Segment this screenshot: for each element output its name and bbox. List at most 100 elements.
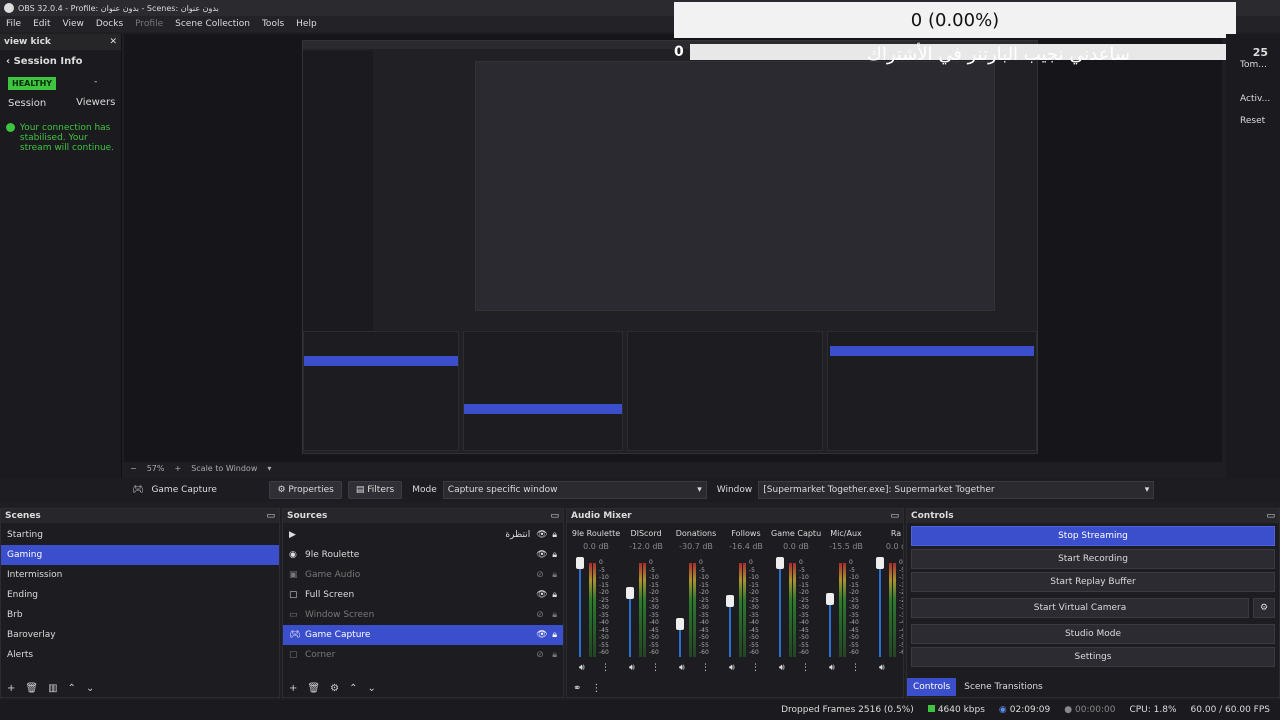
filters-button[interactable]: ▤ Filters: [347, 481, 403, 499]
move-up-icon[interactable]: ⌃: [349, 683, 357, 694]
reset-button[interactable]: Reset: [1240, 116, 1265, 126]
menu-scene-collection[interactable]: Scene Collection: [169, 19, 256, 29]
more-icon[interactable]: ⋮: [701, 663, 710, 673]
source-item[interactable]: ▣ Game Audio ⊘ 🔒︎: [283, 565, 563, 585]
scene-item-selected[interactable]: Gaming: [1, 545, 279, 565]
scene-item[interactable]: Intermission: [1, 565, 279, 585]
scene-item[interactable]: Baroverlay: [1, 625, 279, 645]
trash-icon[interactable]: 🗑︎: [307, 683, 320, 694]
trash-icon[interactable]: 🗑︎: [25, 683, 38, 694]
more-icon[interactable]: ⋮: [851, 663, 860, 673]
lock-icon[interactable]: 🔒︎: [552, 550, 557, 560]
scene-item[interactable]: Brb: [1, 605, 279, 625]
speaker-icon[interactable]: 🔊︎: [829, 663, 835, 673]
volume-fader-knob[interactable]: [776, 557, 784, 569]
speaker-icon[interactable]: 🔊︎: [879, 663, 885, 673]
lock-icon[interactable]: 🔒︎: [552, 570, 557, 580]
lock-icon[interactable]: 🔒︎: [552, 610, 557, 620]
volume-fader-knob[interactable]: [826, 593, 834, 605]
speaker-icon[interactable]: 🔊︎: [629, 663, 635, 673]
source-item[interactable]: ▶ انتظرة 👁︎ 🔒︎: [283, 525, 563, 545]
eye-icon[interactable]: 👁︎: [536, 550, 552, 560]
menu-tools[interactable]: Tools: [256, 19, 290, 29]
window-select[interactable]: [Supermarket Together.exe]: Supermarket …: [758, 481, 1155, 499]
preview-canvas[interactable]: [302, 40, 1038, 454]
volume-fader-knob[interactable]: [626, 587, 634, 599]
zoom-out-button[interactable]: −: [130, 464, 137, 473]
settings-button[interactable]: Settings: [911, 647, 1275, 667]
source-item[interactable]: ◉ 9le Roulette 👁︎ 🔒︎: [283, 545, 563, 565]
volume-fader-knob[interactable]: [576, 557, 584, 569]
volume-fader-knob[interactable]: [876, 557, 884, 569]
eye-icon[interactable]: 👁︎: [536, 630, 552, 640]
right-label-1[interactable]: Tom...: [1240, 60, 1267, 70]
move-down-icon[interactable]: ⌄: [367, 683, 375, 694]
studio-mode-button[interactable]: Studio Mode: [911, 624, 1275, 644]
source-item[interactable]: ▭ Window Screen ⊘ 🔒︎: [283, 605, 563, 625]
stop-streaming-button[interactable]: Stop Streaming: [911, 526, 1275, 546]
more-icon[interactable]: ⋮: [601, 663, 610, 673]
tab-controls[interactable]: Controls: [907, 678, 957, 696]
chevron-down-icon[interactable]: ▾: [267, 464, 271, 473]
volume-fader-track[interactable]: [629, 593, 631, 657]
volume-fader-track[interactable]: [779, 563, 781, 657]
volume-fader-track[interactable]: [729, 601, 731, 657]
add-icon[interactable]: +: [7, 683, 15, 694]
more-icon[interactable]: ⋮: [801, 663, 810, 673]
eye-icon[interactable]: 👁︎: [536, 530, 552, 540]
zoom-in-button[interactable]: +: [174, 464, 181, 473]
menu-edit[interactable]: Edit: [27, 19, 56, 29]
gear-icon[interactable]: ⚙: [330, 683, 339, 694]
right-label-2[interactable]: Activ...: [1240, 94, 1270, 104]
more-icon[interactable]: ⋮: [651, 663, 660, 673]
dock-menu-icon[interactable]: ▭: [1266, 511, 1275, 521]
speaker-icon[interactable]: 🔊︎: [729, 663, 735, 673]
move-up-icon[interactable]: ⌃: [68, 683, 76, 694]
source-item[interactable]: ▢ Full Screen 👁︎ 🔒︎: [283, 585, 563, 605]
menu-docks[interactable]: Docks: [90, 19, 129, 29]
mode-select[interactable]: Capture specific window ▾: [442, 481, 707, 499]
volume-fader-track[interactable]: [879, 563, 881, 657]
link-icon[interactable]: ⚭: [573, 683, 581, 694]
lock-icon[interactable]: 🔒︎: [552, 650, 557, 660]
dock-menu-icon[interactable]: ▭: [550, 511, 559, 521]
menu-help[interactable]: Help: [290, 19, 323, 29]
properties-button[interactable]: ⚙ Properties: [269, 481, 342, 499]
more-icon[interactable]: ⋮: [901, 663, 903, 673]
dock-menu-icon[interactable]: ▭: [890, 511, 899, 521]
move-down-icon[interactable]: ⌄: [86, 683, 94, 694]
lock-icon[interactable]: 🔒︎: [552, 630, 557, 640]
source-item[interactable]: ▢ Corner ⊘ 🔒︎: [283, 645, 563, 665]
scene-item[interactable]: Alerts: [1, 645, 279, 665]
eye-hidden-icon[interactable]: ⊘: [536, 570, 552, 580]
gear-icon[interactable]: ⚙: [1253, 598, 1275, 618]
volume-fader-knob[interactable]: [676, 618, 684, 630]
scale-mode[interactable]: Scale to Window: [191, 464, 257, 473]
menu-file[interactable]: File: [0, 19, 27, 29]
speaker-icon[interactable]: 🔊︎: [679, 663, 685, 673]
more-icon[interactable]: ⋮: [591, 683, 601, 694]
eye-icon[interactable]: 👁︎: [536, 590, 552, 600]
volume-fader-track[interactable]: [829, 599, 831, 657]
start-recording-button[interactable]: Start Recording: [911, 549, 1275, 569]
speaker-icon[interactable]: 🔊︎: [579, 663, 585, 673]
scene-item[interactable]: Starting: [1, 525, 279, 545]
lock-icon[interactable]: 🔒︎: [552, 530, 557, 540]
menu-view[interactable]: View: [57, 19, 90, 29]
dock-menu-icon[interactable]: ▭: [266, 511, 275, 521]
more-icon[interactable]: ⋮: [751, 663, 760, 673]
lock-icon[interactable]: 🔒︎: [552, 590, 557, 600]
tab-scene-transitions[interactable]: Scene Transitions: [956, 678, 1051, 696]
filter-icon[interactable]: ▥: [48, 683, 57, 694]
add-icon[interactable]: +: [289, 683, 297, 694]
source-item-selected[interactable]: 🎮︎ Game Capture 👁︎ 🔒︎: [283, 625, 563, 645]
eye-hidden-icon[interactable]: ⊘: [536, 650, 552, 660]
speaker-icon[interactable]: 🔊︎: [779, 663, 785, 673]
start-virtual-camera-button[interactable]: Start Virtual Camera: [911, 598, 1249, 618]
close-icon[interactable]: ✕: [109, 37, 117, 47]
scene-item[interactable]: Ending: [1, 585, 279, 605]
volume-fader-knob[interactable]: [726, 595, 734, 607]
start-replay-buffer-button[interactable]: Start Replay Buffer: [911, 572, 1275, 592]
eye-hidden-icon[interactable]: ⊘: [536, 610, 552, 620]
chevron-left-icon[interactable]: ‹: [6, 56, 10, 67]
